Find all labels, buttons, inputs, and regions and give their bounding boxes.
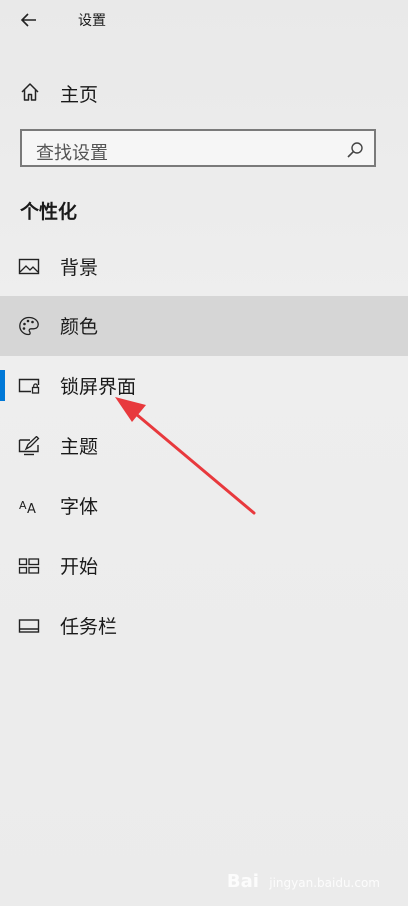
watermark-brand: Bai: [226, 871, 259, 892]
baidu-watermark: Bai jingyan.baidu.com: [227, 871, 380, 892]
annotation-arrow: [115, 397, 256, 515]
watermark-site: jingyan.baidu.com: [269, 876, 380, 890]
